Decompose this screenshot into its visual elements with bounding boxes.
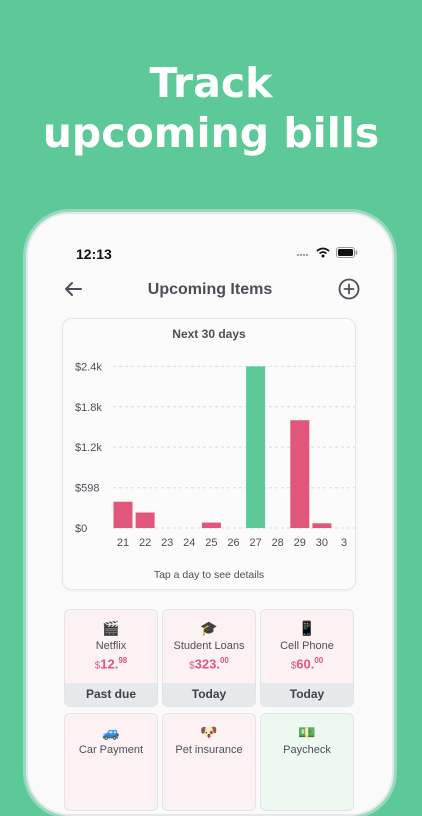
x-tick-label[interactable]: 23 bbox=[161, 537, 173, 549]
y-tick-label: $598 bbox=[75, 483, 99, 495]
money-icon: 💵 bbox=[298, 724, 316, 740]
x-tick-label[interactable]: 22 bbox=[139, 537, 151, 549]
chart-card: Next 30 days $0 $598 $1.2k $1.8k $2.4k 21 22 23… bbox=[62, 318, 356, 590]
graduation-cap-icon: 🎓 bbox=[200, 620, 218, 636]
car-icon: 🚙 bbox=[102, 724, 120, 740]
dog-icon: 🐶 bbox=[200, 724, 218, 740]
chart-hint: Tap a day to see details bbox=[153, 569, 265, 581]
bill-tile[interactable]: 💵 Paycheck bbox=[260, 713, 354, 811]
bill-amount: $323.00 bbox=[189, 656, 229, 672]
status-time: 12:13 bbox=[76, 246, 112, 262]
bill-amount: $12.98 bbox=[94, 656, 128, 672]
x-tick-label[interactable]: 30 bbox=[316, 537, 328, 549]
add-item-button[interactable] bbox=[338, 278, 360, 300]
signal-icon bbox=[296, 253, 309, 256]
bill-tile[interactable]: 🎓 Student Loans $323.00 Today bbox=[162, 609, 256, 707]
x-tick-label[interactable]: 21 bbox=[117, 537, 129, 549]
bar-day-21[interactable] bbox=[113, 501, 133, 528]
bill-name: Pet insurance bbox=[175, 744, 243, 756]
promo-line-1: Track bbox=[149, 59, 273, 107]
bill-status: Today bbox=[163, 683, 255, 706]
bill-tile[interactable]: 🚙 Car Payment bbox=[64, 713, 158, 811]
bill-name: Student Loans bbox=[173, 640, 245, 652]
x-tick-label[interactable]: 29 bbox=[294, 537, 306, 549]
clapperboard-icon: 🎬 bbox=[102, 620, 120, 636]
bill-status: Past due bbox=[65, 683, 157, 706]
wifi-icon bbox=[316, 247, 330, 258]
promo-headline: Track upcoming bills bbox=[0, 58, 422, 158]
y-tick-label: $1.8k bbox=[75, 402, 102, 414]
x-tick-label[interactable]: 3 bbox=[341, 537, 347, 549]
bill-tile[interactable]: 📱 Cell Phone $60.00 Today bbox=[260, 609, 354, 707]
bar-day-27[interactable] bbox=[246, 366, 266, 528]
status-icons bbox=[296, 247, 358, 258]
bar-day-22[interactable] bbox=[135, 512, 155, 528]
x-tick-label[interactable]: 27 bbox=[249, 537, 261, 549]
bill-tile[interactable]: 🐶 Pet insurance bbox=[162, 713, 256, 811]
battery-icon bbox=[336, 247, 358, 258]
x-tick-label[interactable]: 24 bbox=[183, 537, 195, 549]
bill-status: Today bbox=[261, 683, 353, 706]
x-tick-label[interactable]: 28 bbox=[272, 537, 284, 549]
y-tick-label: $0 bbox=[75, 523, 87, 535]
promo-line-2: upcoming bills bbox=[42, 109, 380, 157]
bill-name: Car Payment bbox=[78, 744, 144, 756]
y-tick-label: $2.4k bbox=[75, 361, 102, 373]
x-tick-label[interactable]: 26 bbox=[227, 537, 239, 549]
bar-day-30[interactable] bbox=[312, 523, 332, 528]
bill-name: Cell Phone bbox=[280, 640, 334, 652]
bar-chart: $0 $598 $1.2k $1.8k $2.4k 21 22 23 24 25 26 27 28 29 3… bbox=[75, 361, 355, 549]
bar-day-29[interactable] bbox=[290, 420, 310, 528]
bill-name: Paycheck bbox=[283, 744, 331, 756]
x-tick-label[interactable]: 25 bbox=[205, 537, 217, 549]
bill-tile[interactable]: 🎬 Netflix $12.98 Past due bbox=[64, 609, 158, 707]
mobile-phone-icon: 📱 bbox=[298, 620, 316, 636]
bill-name: Netflix bbox=[95, 640, 127, 652]
bar-day-25[interactable] bbox=[201, 522, 221, 528]
bill-amount: $60.00 bbox=[290, 656, 324, 672]
y-tick-label: $1.2k bbox=[75, 442, 102, 454]
phone-frame: 12:13 Upcoming Items Next 30 days $0 $598… bbox=[26, 212, 394, 816]
